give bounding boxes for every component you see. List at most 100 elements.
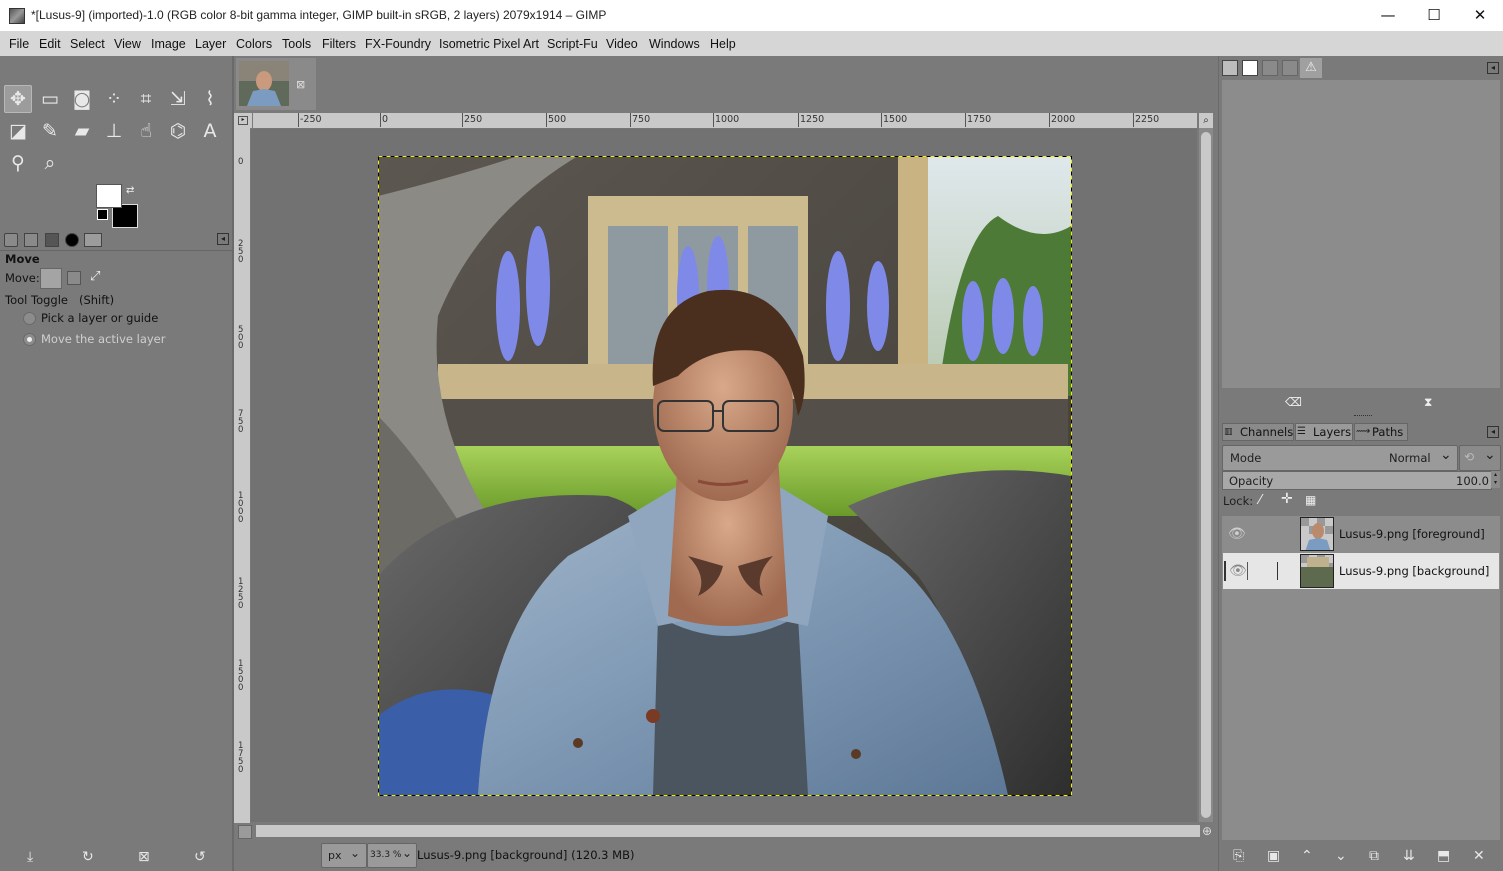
navigate-icon[interactable]: ⊕ xyxy=(1202,824,1212,838)
lock-position-icon[interactable]: ✛ xyxy=(1281,491,1293,507)
lock-pixels-icon[interactable]: ⁄ xyxy=(1259,493,1261,508)
warp-transform-tool-icon[interactable]: ⌇ xyxy=(196,85,224,113)
pick-layer-radio[interactable] xyxy=(23,312,36,325)
quick-mask-menu-icon[interactable]: ▸ xyxy=(238,116,248,125)
menu-image[interactable]: Image xyxy=(151,37,186,51)
reset-options-icon[interactable]: ↺ xyxy=(194,849,206,865)
unified-transform-tool-icon[interactable]: ⇲ xyxy=(164,85,192,113)
layer-name[interactable]: Lusus-9.png [foreground] xyxy=(1339,527,1485,541)
move-active-layer-radio[interactable] xyxy=(23,333,36,346)
layer-row-foreground[interactable]: 👁 Lusus-9.png [foreground] xyxy=(1223,516,1499,552)
close-tab-icon[interactable]: ⊠ xyxy=(296,78,305,91)
layer-row-background[interactable]: 👁 Lusus-9.png [background] xyxy=(1223,553,1499,589)
eraser-tool-icon[interactable]: ▰ xyxy=(68,117,96,145)
menu-select[interactable]: Select xyxy=(70,37,105,51)
vertical-scroll-thumb[interactable] xyxy=(1201,132,1211,818)
lock-alpha-icon[interactable]: ▦ xyxy=(1305,493,1316,507)
paintbrush-tool-icon[interactable]: ✎ xyxy=(36,117,64,145)
move-tool-icon[interactable]: ✥ xyxy=(4,85,32,113)
patterns-tab-icon[interactable] xyxy=(1242,60,1258,76)
opacity-spin-buttons[interactable]: ▴ ▾ xyxy=(1491,471,1500,488)
close-button[interactable]: ✕ xyxy=(1457,0,1503,31)
unit-select[interactable]: px ⌄ xyxy=(321,843,367,868)
merge-layer-icon[interactable]: ⇊ xyxy=(1403,848,1415,864)
menu-filters[interactable]: Filters xyxy=(322,37,356,51)
layer-mode-select[interactable]: Mode Normal ⌄ xyxy=(1222,445,1458,471)
layer-list[interactable]: 👁 Lusus-9.png [foreground] 👁 Lusus-9.png… xyxy=(1222,516,1500,840)
move-layer-mode-button[interactable] xyxy=(40,268,62,289)
panel-menu-icon[interactable]: ◂ xyxy=(1487,62,1499,74)
maximize-button[interactable]: ☐ xyxy=(1411,0,1457,31)
opacity-slider[interactable]: Opacity 100.0 xyxy=(1222,471,1492,490)
left-ruler[interactable]: 0 2 5 0 5 0 0 7 5 0 1 0 0 0 1 2 5 0 1 5 0 0 1 7… xyxy=(234,128,251,823)
layer-name[interactable]: Lusus-9.png [background] xyxy=(1339,564,1489,578)
device-status-tab-icon[interactable] xyxy=(84,233,102,247)
menu-isometric-pixel-art[interactable]: Isometric Pixel Art xyxy=(439,37,539,51)
menu-help[interactable]: Help xyxy=(710,37,736,51)
brushes-tab-icon[interactable] xyxy=(65,233,79,247)
move-selection-mode-button[interactable] xyxy=(67,271,81,285)
menu-windows[interactable]: Windows xyxy=(649,37,700,51)
smudge-tool-icon[interactable]: ☝ xyxy=(132,117,160,145)
lower-layer-icon[interactable]: ⌄ xyxy=(1335,848,1347,864)
zoom-tool-icon[interactable]: ⌕ xyxy=(36,149,64,177)
menu-fx-foundry[interactable]: FX-Foundry xyxy=(365,37,431,51)
clear-icon[interactable]: ⌫ xyxy=(1285,395,1302,409)
duplicate-layer-icon[interactable]: ⧉ xyxy=(1369,848,1379,864)
vertical-scrollbar[interactable] xyxy=(1199,128,1213,822)
chain-link-icon[interactable] xyxy=(1277,562,1278,580)
dockable-panel-area[interactable] xyxy=(1222,80,1500,388)
tool-options-tab-icon[interactable] xyxy=(4,233,18,247)
restore-options-icon[interactable]: ↻ xyxy=(82,849,94,865)
text-tool-icon[interactable]: A xyxy=(196,117,224,145)
foreground-select-tool-icon[interactable]: ⁘ xyxy=(100,85,128,113)
tab-channels[interactable]: Channels xyxy=(1222,423,1294,441)
menu-layer[interactable]: Layer xyxy=(195,37,226,51)
dock-resize-handle[interactable] xyxy=(1354,415,1372,419)
panel-menu-icon[interactable]: ◂ xyxy=(1487,426,1499,438)
fuzzy-select-tool-icon[interactable]: ◙ xyxy=(68,85,96,113)
color-picker-tool-icon[interactable]: ⚲ xyxy=(4,149,32,177)
new-layer-icon[interactable]: ⎘ xyxy=(1233,848,1244,864)
composite-mode-select[interactable]: ⟲ ⌄ xyxy=(1459,445,1501,471)
ruler-corner[interactable]: ▸ xyxy=(234,113,252,128)
fonts-tab-icon[interactable] xyxy=(1262,60,1278,76)
image-tab[interactable]: ⊠ xyxy=(236,58,316,110)
delete-layer-icon[interactable]: ✕ xyxy=(1473,848,1485,864)
eye-icon[interactable]: 👁 xyxy=(1229,563,1247,579)
new-layer-group-icon[interactable]: ▣ xyxy=(1267,848,1280,864)
chain-toggle[interactable] xyxy=(1247,562,1248,580)
warning-icon[interactable]: ⚠ xyxy=(1300,58,1322,78)
horizontal-scrollbar[interactable] xyxy=(256,825,1200,837)
undo-history-tab-icon[interactable] xyxy=(24,233,38,247)
menu-script-fu[interactable]: Script-Fu xyxy=(547,37,598,51)
images-tab-icon[interactable] xyxy=(45,233,59,247)
swap-colors-icon[interactable]: ⇄ xyxy=(126,185,134,196)
delete-options-icon[interactable]: ⊠ xyxy=(138,849,150,865)
quick-mask-toggle[interactable] xyxy=(238,825,252,839)
paths-tool-icon[interactable]: ⌬ xyxy=(164,117,192,145)
zoom-image-icon[interactable]: ⌕ xyxy=(1199,113,1213,128)
image-content[interactable] xyxy=(251,129,1197,822)
panel-menu-icon[interactable]: ◂ xyxy=(217,233,229,245)
raise-layer-icon[interactable]: ⌃ xyxy=(1301,848,1313,864)
eye-icon[interactable]: 👁 xyxy=(1228,526,1246,542)
minimize-button[interactable]: — xyxy=(1365,0,1411,31)
menu-edit[interactable]: Edit xyxy=(39,37,61,51)
image-canvas[interactable] xyxy=(251,129,1197,822)
crop-tool-icon[interactable]: ⌗ xyxy=(132,85,160,113)
hourglass-icon[interactable]: ⧗ xyxy=(1424,395,1432,410)
clone-tool-icon[interactable]: ⊥ xyxy=(100,117,128,145)
menu-video[interactable]: Video xyxy=(606,37,638,51)
mask-layer-icon[interactable]: ⬒ xyxy=(1437,848,1450,864)
menu-file[interactable]: File xyxy=(9,37,29,51)
top-ruler[interactable]: -250 0 250 500 750 1000 1250 1500 1750 2000 2250 xyxy=(253,113,1197,129)
save-options-icon[interactable]: ⤓ xyxy=(27,849,33,865)
bucket-fill-tool-icon[interactable]: ◪ xyxy=(4,117,32,145)
menu-tools[interactable]: Tools xyxy=(282,37,311,51)
move-path-mode-button[interactable]: ⤢ xyxy=(90,269,100,284)
foreground-color-swatch[interactable] xyxy=(96,184,122,208)
menu-view[interactable]: View xyxy=(114,37,141,51)
default-colors-icon[interactable] xyxy=(97,209,108,220)
brushes-tab-icon[interactable] xyxy=(1222,60,1238,76)
